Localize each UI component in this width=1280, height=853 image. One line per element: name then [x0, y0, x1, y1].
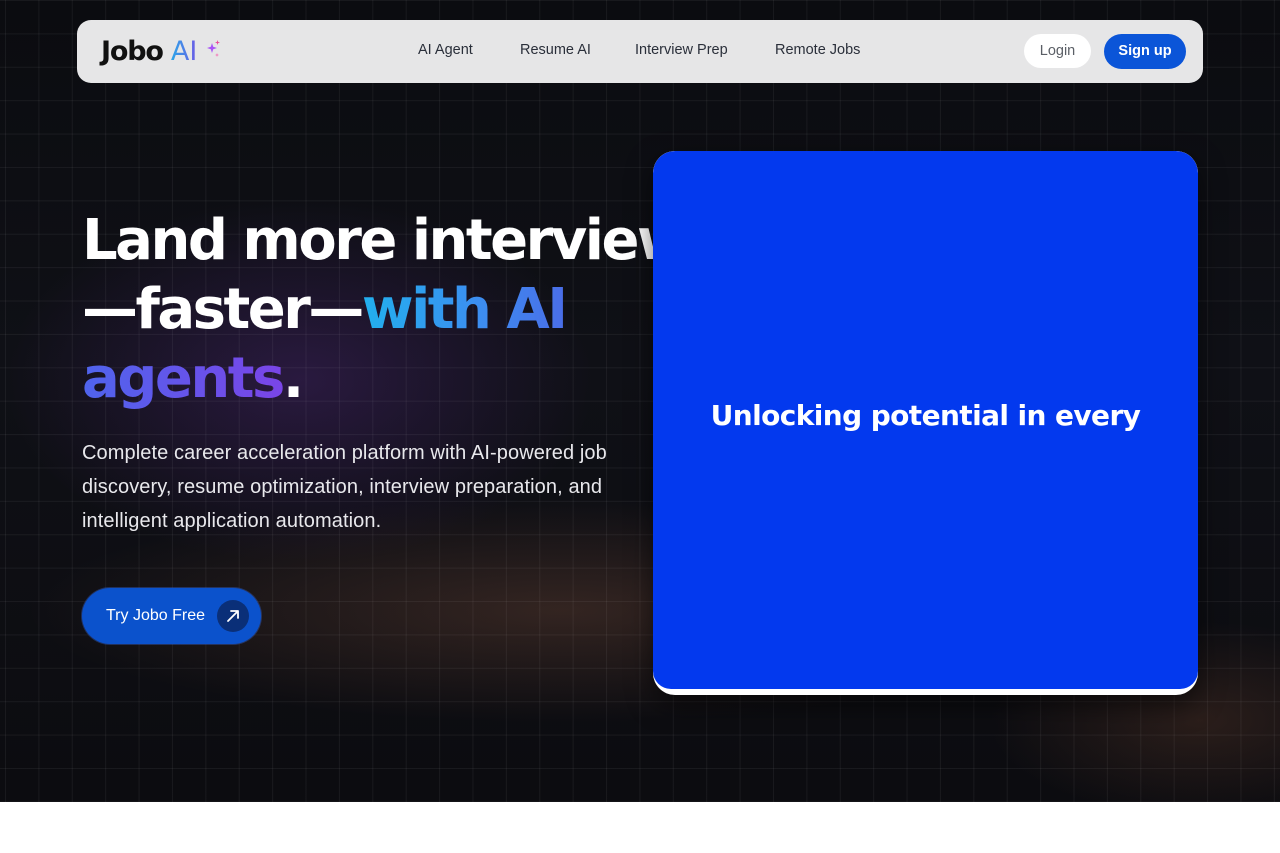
try-jobo-free-button[interactable]: Try Jobo Free — [82, 588, 261, 644]
nav-link-remote-jobs[interactable]: Remote Jobs — [775, 41, 860, 59]
brand-name: Jobo — [101, 36, 164, 67]
headline-with-ai: with AI — [361, 277, 568, 342]
nav-link-ai-agent[interactable]: AI Agent — [418, 41, 473, 59]
login-button[interactable]: Login — [1024, 34, 1091, 68]
headline-period: . — [282, 346, 304, 411]
headline-line-1: Land more interviews — [82, 208, 720, 273]
sparkle-icon — [207, 40, 220, 57]
hero-section: Jobo AI AI Agent Resume AI Interview Pre… — [0, 0, 1280, 802]
brand-logo[interactable]: Jobo AI — [101, 36, 197, 68]
headline-faster: —faster— — [82, 277, 364, 342]
arrow-up-right-icon — [217, 600, 249, 632]
brand-suffix: AI — [170, 36, 198, 67]
hero-subtext: Complete career acceleration platform wi… — [82, 442, 607, 532]
promo-video[interactable]: Unlocking potential in every — [653, 151, 1198, 695]
nav-link-resume-ai[interactable]: Resume AI — [520, 41, 591, 59]
video-caption: Unlocking potential in every — [710, 399, 1141, 432]
nav-link-interview-prep[interactable]: Interview Prep — [635, 41, 728, 59]
headline-agents: agents — [82, 346, 285, 411]
hero-headline: Land more interviews —faster—with AI age… — [82, 206, 720, 413]
signup-button[interactable]: Sign up — [1104, 34, 1186, 69]
headline-line-3: agents. — [82, 344, 642, 413]
headline-line-2: —faster—with AI — [82, 275, 642, 344]
cta-label: Try Jobo Free — [106, 607, 205, 624]
video-frame: Unlocking potential in every — [653, 151, 1198, 689]
top-navbar: Jobo AI AI Agent Resume AI Interview Pre… — [77, 20, 1203, 83]
